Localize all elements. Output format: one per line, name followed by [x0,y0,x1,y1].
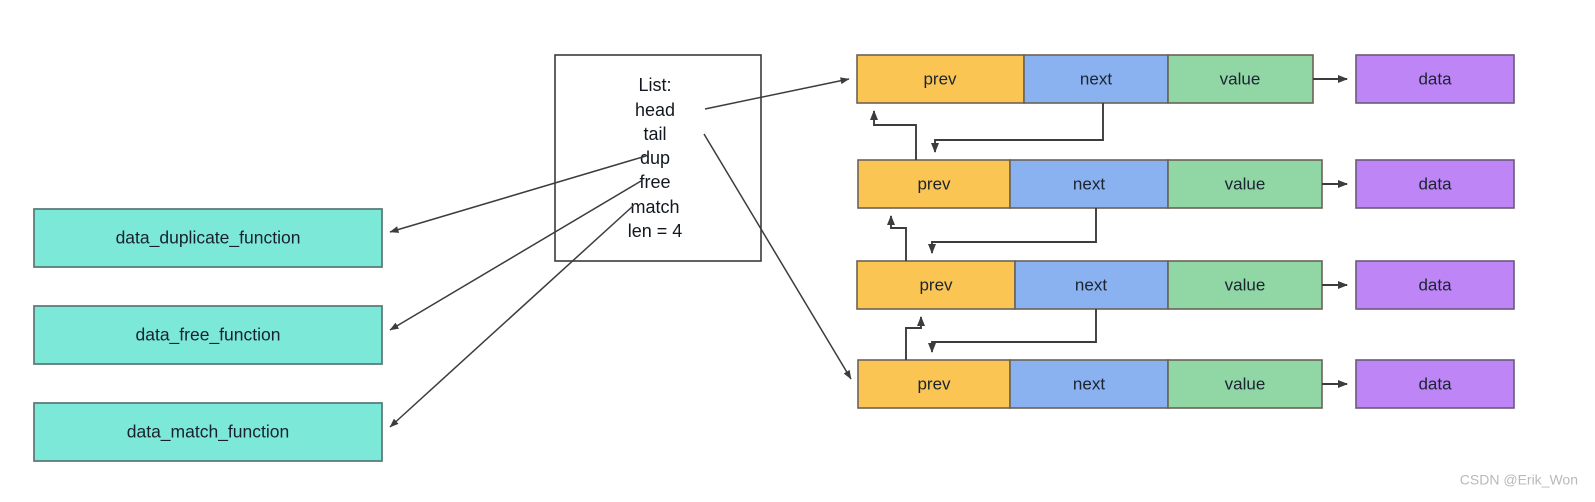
function-box-data-match-function: data_match_function [33,402,383,462]
data-match-function-label: data_match_function [127,422,289,443]
linked-list-diagram: List: head tail dup free match len = 4 d… [0,0,1595,502]
node-4-prev-to-node-3-arrow [905,316,925,360]
list-node-3: prev next value data [856,260,1515,310]
diagram-canvas: List: head tail dup free match len = 4 d… [33,54,1578,488]
list-field-tail: tail [643,124,666,144]
node-2-next-label: next [1073,174,1105,193]
node-2-prev-to-node-1-arrow [870,110,917,160]
node-3-prev-to-node-2-arrow [887,215,907,261]
node-3-value-label: value [1225,275,1266,294]
node-2-data-label: data [1418,174,1452,193]
node-1-value-label: value [1220,69,1261,88]
node-2-prev-label: prev [917,174,951,193]
watermark-label: CSDN @Erik_Won [1460,472,1578,488]
node-4-data-label: data [1418,374,1452,393]
list-struct-group: List: head tail dup free match len = 4 [554,54,762,262]
node-4-value-label: value [1225,374,1266,393]
list-node-4: prev next value data [857,359,1515,409]
prev-pointer-connectors [870,110,925,360]
data-free-function-label: data_free_function [136,325,281,346]
data-duplicate-function-label: data_duplicate_function [116,228,301,249]
node-1-prev-label: prev [923,69,957,88]
list-field-len: len = 4 [628,221,683,241]
list-node-2: prev next value data [857,159,1515,209]
node-4-next-label: next [1073,374,1105,393]
list-struct-title: List: [638,75,671,95]
list-field-match: match [630,197,679,217]
node-2-next-to-node-3-arrow [928,208,1097,254]
node-1-data-label: data [1418,69,1452,88]
node-1-next-to-node-2-arrow [931,103,1104,153]
node-2-value-label: value [1225,174,1266,193]
function-boxes-group: data_duplicate_function data_free_functi… [33,208,383,462]
node-3-data-label: data [1418,275,1452,294]
node-1-next-label: next [1080,69,1112,88]
list-field-free: free [639,172,670,192]
node-4-prev-label: prev [917,374,951,393]
next-pointer-connectors [928,103,1104,353]
list-field-dup: dup [640,148,670,168]
list-node-1: prev next value data [856,54,1515,104]
function-box-data-duplicate-function: data_duplicate_function [33,208,383,268]
function-box-data-free-function: data_free_function [33,305,383,365]
match-pointer-arrow [389,205,634,428]
node-3-prev-label: prev [919,275,953,294]
node-3-next-to-node-4-arrow [928,309,1097,353]
node-3-next-label: next [1075,275,1107,294]
list-field-head: head [635,100,675,120]
